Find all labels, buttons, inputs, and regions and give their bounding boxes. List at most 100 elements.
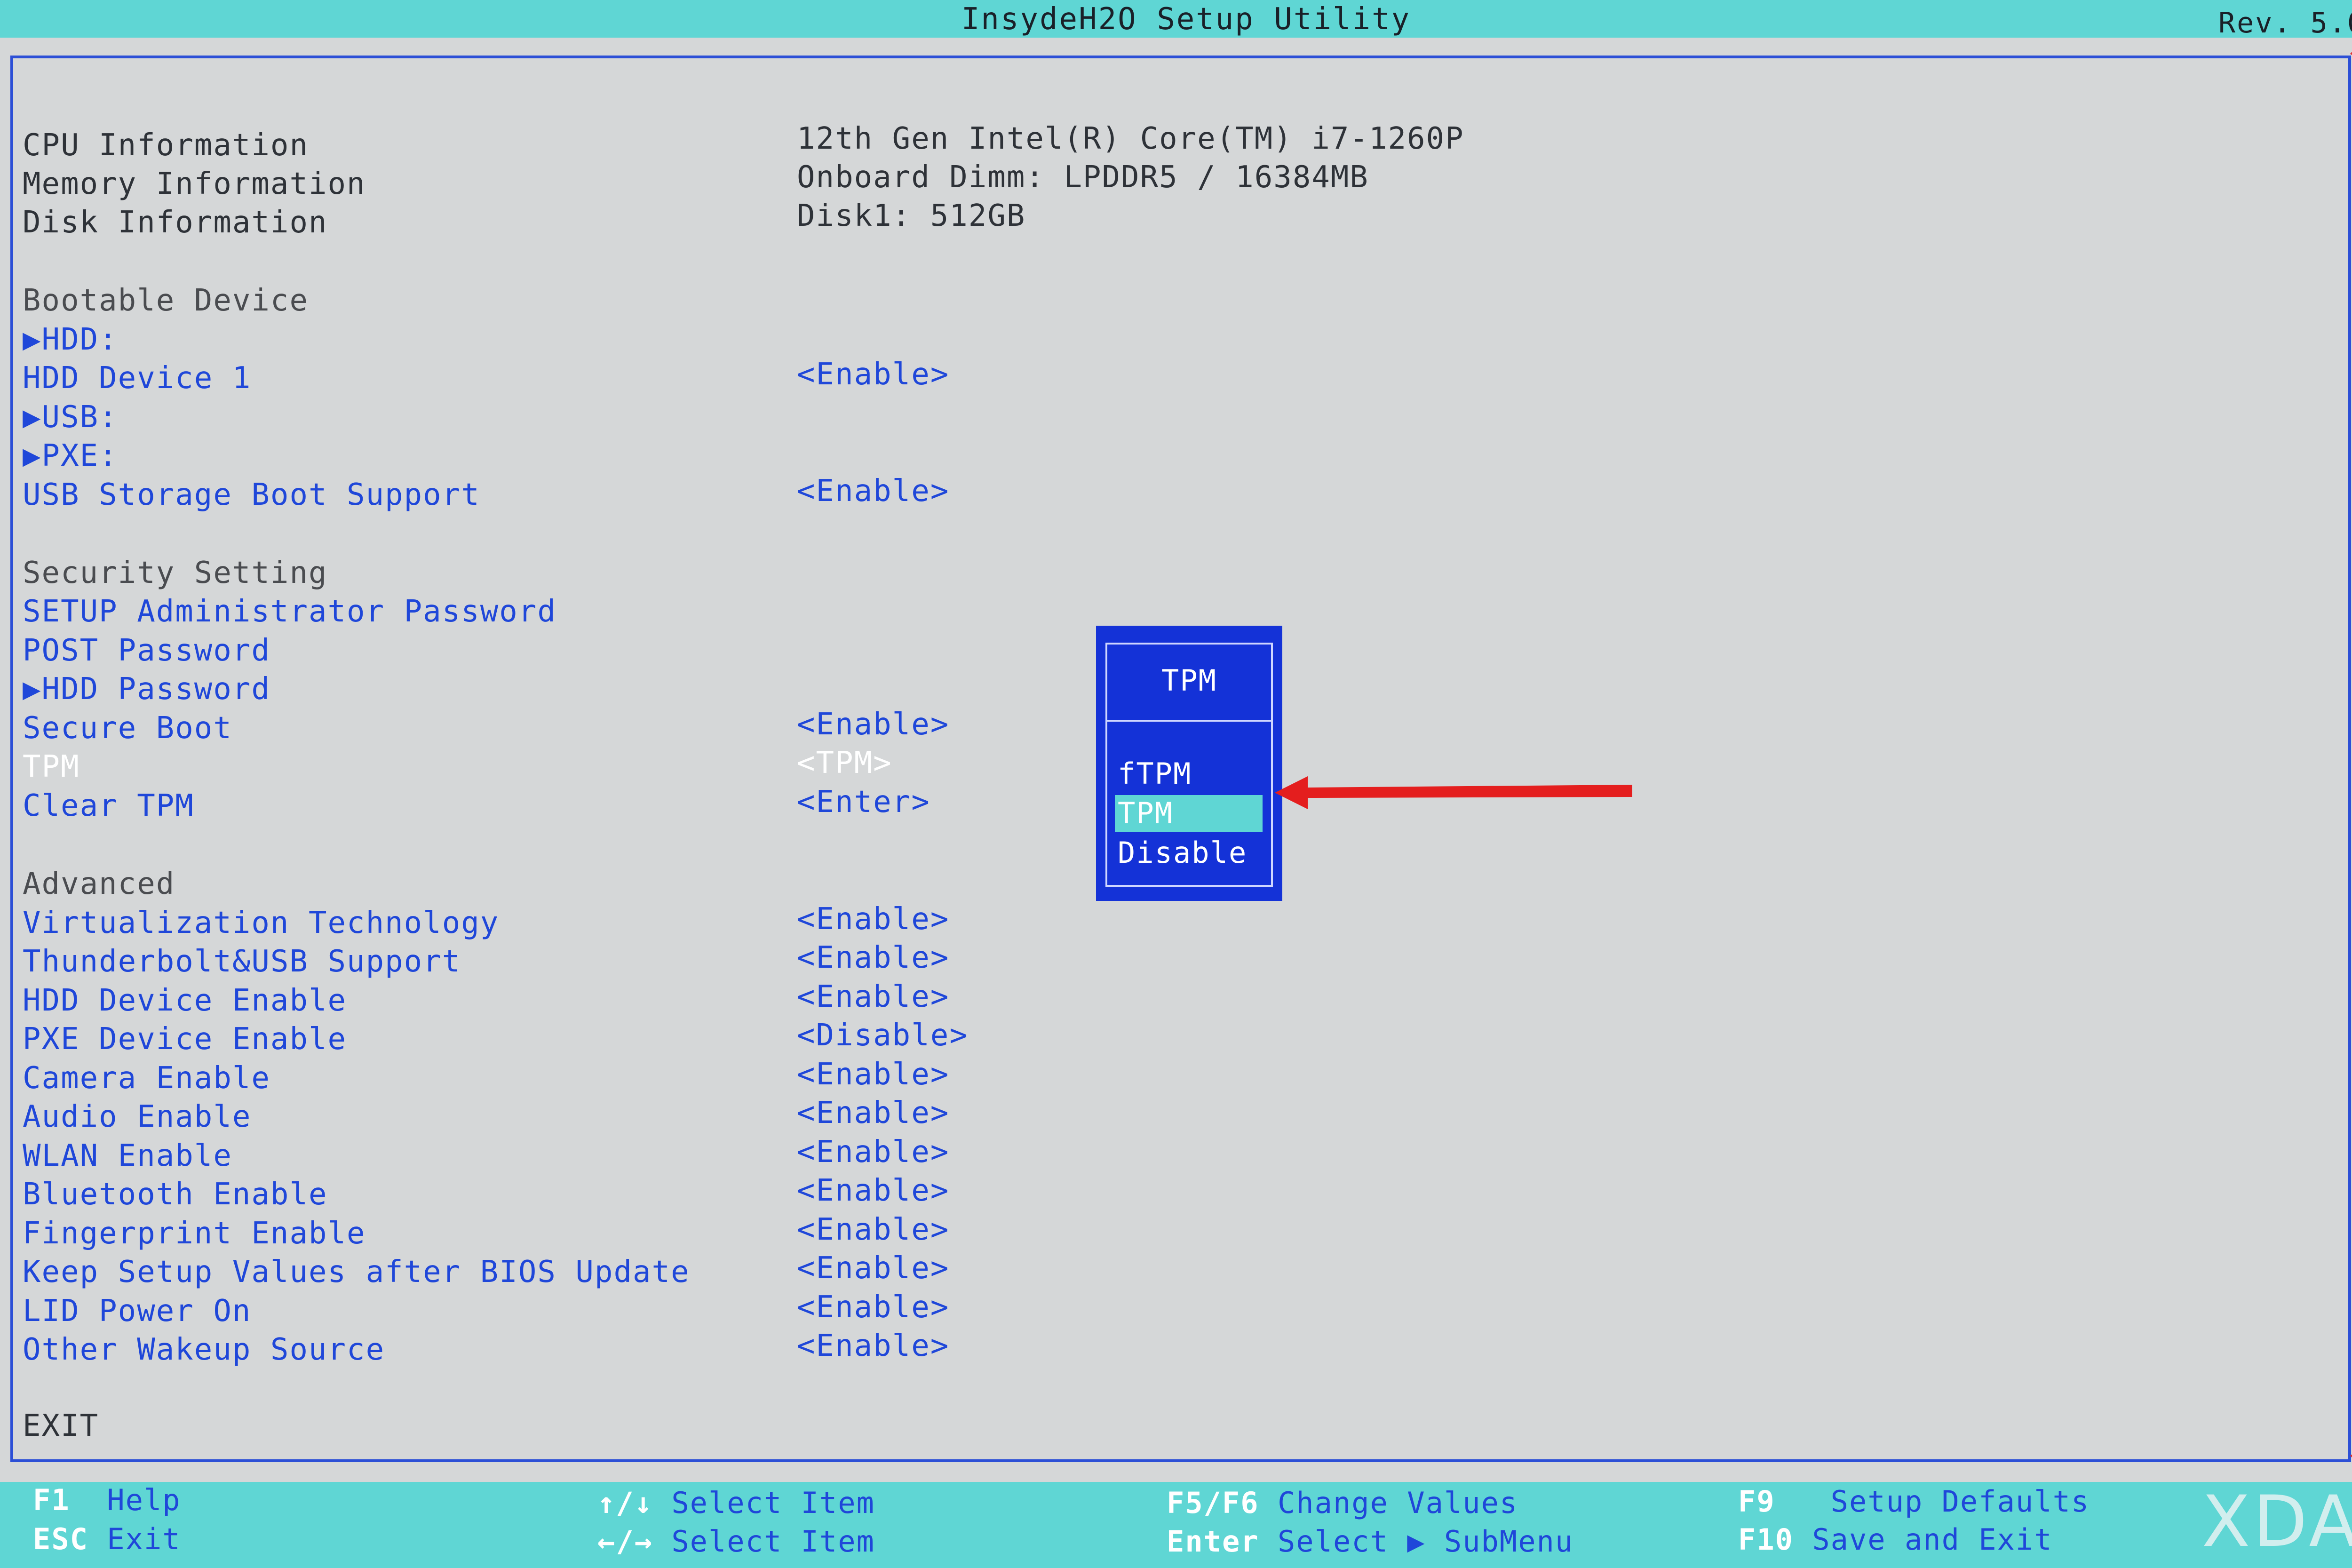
pxe-device-enable-row[interactable]: PXE Device Enable <Disable> — [23, 1018, 2280, 1059]
memory-info-value: Onboard Dimm: LPDDR5 / 16384MB — [797, 160, 1369, 195]
exit-label: EXIT — [23, 1409, 99, 1443]
secure-boot-value[interactable]: <Enable> — [797, 707, 949, 742]
keep-setup-values-row[interactable]: Keep Setup Values after BIOS Update <Ena… — [23, 1251, 2280, 1292]
scroll-down-icon[interactable]: ↓ — [2345, 1440, 2352, 1465]
thunderbolt-usb-row[interactable]: Thunderbolt&USB Support <Enable> — [23, 940, 2280, 982]
secure-boot-label: Secure Boot — [23, 711, 232, 746]
cpu-info-value: 12th Gen Intel(R) Core(TM) i7-1260P — [797, 121, 1464, 156]
clear-tpm-label: Clear TPM — [23, 788, 194, 823]
f5f6-key: F5/F6 — [1167, 1486, 1259, 1520]
fingerprint-enable-row[interactable]: Fingerprint Enable <Enable> — [23, 1212, 2280, 1254]
virtualization-row[interactable]: Virtualization Technology <Enable> — [23, 902, 2280, 943]
xda-watermark: XDA — [2201, 1481, 2352, 1563]
f9-key: F9 — [1738, 1484, 1775, 1519]
enter-hint: Enter Select ▶ SubMenu — [1167, 1524, 1573, 1559]
keep-setup-values-value[interactable]: <Enable> — [797, 1251, 949, 1286]
post-password-label: POST Password — [23, 633, 270, 668]
camera-enable-value[interactable]: <Enable> — [797, 1057, 949, 1092]
f9-desc: Setup Defaults — [1830, 1484, 2090, 1519]
setup-admin-password-label: SETUP Administrator Password — [23, 594, 556, 629]
window-title: InsydeH2O Setup Utility — [961, 2, 1411, 37]
updown-key: ↑/↓ — [597, 1486, 653, 1520]
tpm-popup-frame: TPM fTPM TPM Disable — [1105, 643, 1273, 887]
fingerprint-enable-value[interactable]: <Enable> — [797, 1212, 949, 1247]
hdd-device-enable-value[interactable]: <Enable> — [797, 979, 949, 1014]
pxe-device-enable-label: PXE Device Enable — [23, 1022, 347, 1057]
fingerprint-enable-label: Fingerprint Enable — [23, 1216, 366, 1251]
leftright-desc: Select Item — [671, 1524, 875, 1559]
tpm-label: TPM — [23, 749, 80, 784]
virtualization-label: Virtualization Technology — [23, 906, 500, 940]
hdd-device-1-row[interactable]: HDD Device 1 <Enable> — [23, 357, 2280, 398]
usb-storage-boot-label: USB Storage Boot Support — [23, 478, 480, 512]
wlan-enable-row[interactable]: WLAN Enable <Enable> — [23, 1135, 2280, 1176]
advanced-header-label: Advanced — [23, 867, 175, 901]
lid-power-on-row[interactable]: LID Power On <Enable> — [23, 1290, 2280, 1331]
bluetooth-enable-value[interactable]: <Enable> — [797, 1173, 949, 1208]
hdd-device-enable-label: HDD Device Enable — [23, 983, 347, 1018]
memory-info-row: Memory Information Onboard Dimm: LPDDR5 … — [23, 160, 2280, 204]
hdd-device-enable-row[interactable]: HDD Device Enable <Enable> — [23, 979, 2280, 1021]
thunderbolt-usb-label: Thunderbolt&USB Support — [23, 944, 461, 979]
wlan-enable-value[interactable]: <Enable> — [797, 1135, 949, 1170]
lid-power-on-value[interactable]: <Enable> — [797, 1290, 949, 1325]
hdd-device-1-value[interactable]: <Enable> — [797, 357, 949, 392]
cpu-info-label: CPU Information — [23, 128, 309, 163]
red-arrow-icon — [1275, 776, 1632, 809]
f1-desc: Help — [107, 1483, 181, 1517]
f5f6-desc: Change Values — [1277, 1486, 1518, 1520]
pxe-submenu[interactable]: ▶PXE: — [23, 438, 2280, 476]
f1-key: F1 — [33, 1483, 70, 1517]
save-exit-hint: F10 Save and Exit — [1738, 1522, 2053, 1557]
audio-enable-value[interactable]: <Enable> — [797, 1096, 949, 1130]
disk-info-label: Disk Information — [23, 205, 328, 240]
bluetooth-enable-row[interactable]: Bluetooth Enable <Enable> — [23, 1173, 2280, 1215]
disk-info-row: Disk Information Disk1: 512GB — [23, 199, 2280, 243]
popup-option-ftpm[interactable]: fTPM — [1115, 756, 1263, 792]
tpm-value[interactable]: <TPM> — [797, 746, 892, 780]
leftright-key: ←/→ — [597, 1524, 653, 1559]
tpm-popup-divider — [1107, 720, 1271, 722]
exit-menu[interactable]: EXIT — [23, 1409, 2280, 1446]
clear-tpm-value[interactable]: <Enter> — [797, 785, 930, 820]
audio-enable-row[interactable]: Audio Enable <Enable> — [23, 1096, 2280, 1137]
scroll-up-icon[interactable]: ↑ — [2345, 45, 2352, 71]
title-bar: InsydeH2O Setup Utility Rev. 5.0 — [0, 0, 2352, 40]
hdd-submenu-label: ▶HDD: — [23, 322, 118, 357]
security-header: Security Setting — [23, 556, 2280, 593]
popup-option-tpm[interactable]: TPM — [1115, 795, 1263, 832]
tpm-popup-title: TPM — [1161, 663, 1217, 698]
enter-key: Enter — [1167, 1524, 1259, 1559]
wlan-enable-label: WLAN Enable — [23, 1138, 232, 1173]
thunderbolt-usb-value[interactable]: <Enable> — [797, 940, 949, 975]
leftright-hint: ←/→ Select Item — [597, 1524, 875, 1559]
other-wakeup-source-value[interactable]: <Enable> — [797, 1329, 949, 1363]
security-header-label: Security Setting — [23, 556, 328, 590]
esc-key: ESC — [33, 1522, 88, 1556]
help-hint: F1 Help — [33, 1483, 181, 1517]
usb-storage-boot-row[interactable]: USB Storage Boot Support <Enable> — [23, 474, 2280, 515]
bluetooth-enable-label: Bluetooth Enable — [23, 1177, 328, 1212]
bootable-header-label: Bootable Device — [23, 283, 309, 318]
usb-storage-boot-value[interactable]: <Enable> — [797, 474, 949, 509]
pxe-device-enable-value[interactable]: <Disable> — [797, 1018, 969, 1053]
pxe-submenu-label: ▶PXE: — [23, 438, 118, 473]
popup-option-disable[interactable]: Disable — [1115, 835, 1263, 871]
hdd-submenu[interactable]: ▶HDD: — [23, 322, 2280, 360]
usb-submenu-label: ▶USB: — [23, 400, 118, 435]
enter-desc: Select ▶ SubMenu — [1277, 1524, 1574, 1559]
other-wakeup-source-row[interactable]: Other Wakeup Source <Enable> — [23, 1329, 2280, 1370]
exit-hint: ESC Exit — [33, 1522, 181, 1556]
keep-setup-values-label: Keep Setup Values after BIOS Update — [23, 1255, 690, 1289]
virtualization-value[interactable]: <Enable> — [797, 902, 949, 937]
usb-submenu[interactable]: ▶USB: — [23, 400, 2280, 438]
f10-desc: Save and Exit — [1812, 1522, 2053, 1557]
updown-hint: ↑/↓ Select Item — [597, 1486, 875, 1520]
setup-defaults-hint: F9 Setup Defaults — [1738, 1484, 2090, 1519]
hdd-device-1-label: HDD Device 1 — [23, 361, 252, 396]
revision-label: Rev. 5.0 — [2218, 7, 2352, 40]
lid-power-on-label: LID Power On — [23, 1294, 252, 1329]
audio-enable-label: Audio Enable — [23, 1099, 252, 1134]
camera-enable-row[interactable]: Camera Enable <Enable> — [23, 1057, 2280, 1098]
esc-desc: Exit — [107, 1522, 181, 1556]
